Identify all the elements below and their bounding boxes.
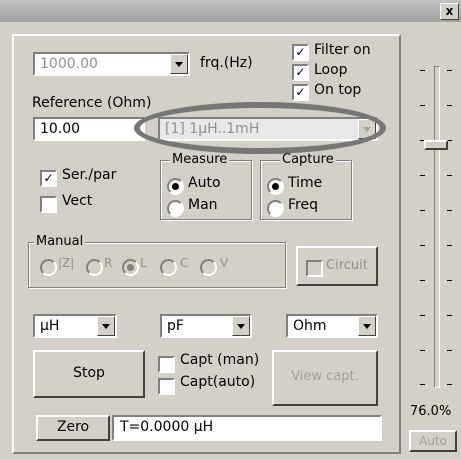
on-top-label: On top (314, 82, 362, 98)
slider-tick (447, 105, 452, 106)
manual-c-radio[interactable] (160, 259, 177, 276)
circuit-button[interactable]: Circuit (296, 246, 378, 286)
capture-freq-radio[interactable] (267, 200, 284, 217)
capacitance-unit-value: pF (167, 318, 184, 334)
chevron-down-icon[interactable] (232, 316, 250, 336)
inductance-unit-combo[interactable]: µH (33, 314, 117, 338)
manual-v-radio[interactable] (200, 259, 217, 276)
resistance-unit-value: Ohm (293, 318, 327, 334)
slider-tick (447, 175, 452, 176)
capture-time-radio[interactable] (267, 178, 284, 195)
measure-auto-label: Auto (188, 175, 221, 191)
manual-v-label: V (220, 256, 229, 270)
manual-z-radio[interactable] (40, 259, 57, 276)
slider-percent-label: 76.0% (410, 404, 452, 419)
reference-input[interactable]: 10.00 (33, 117, 145, 141)
slider-tick (447, 70, 452, 71)
frequency-combo[interactable]: 1000.00 (33, 52, 190, 76)
reference-value: 10.00 (40, 121, 81, 137)
capture-freq-label: Freq (288, 197, 318, 213)
slider-tick (420, 105, 425, 106)
slider-tick (447, 315, 452, 316)
title-bar: x (0, 0, 461, 22)
slider-tick (447, 210, 452, 211)
capt-auto-label: Capt(auto) (180, 374, 256, 390)
status-field: T=0.0000 µH (112, 415, 382, 441)
slider-tick (420, 280, 425, 281)
manual-z-label: |Z| (58, 256, 75, 270)
ser-par-checkbox[interactable]: ✓ (40, 170, 57, 187)
filter-on-label: Filter on (314, 42, 371, 58)
ser-par-label: Ser./par (62, 167, 117, 183)
circuit-label: Circuit (326, 258, 368, 273)
capt-man-label: Capt (man) (180, 352, 260, 368)
close-button[interactable]: x (440, 3, 459, 20)
reference-label: Reference (Ohm) (32, 95, 152, 111)
vect-label: Vect (62, 193, 93, 209)
manual-l-label: L (140, 256, 147, 270)
on-top-checkbox[interactable]: ✓ (292, 84, 309, 101)
manual-group-title: Manual (34, 234, 86, 249)
measure-group-title: Measure (170, 152, 230, 167)
chevron-down-icon[interactable] (97, 316, 115, 336)
manual-r-radio[interactable] (86, 259, 103, 276)
slider-track[interactable] (434, 66, 440, 388)
manual-l-radio[interactable] (122, 259, 139, 276)
frequency-unit-label: frq.(Hz) (200, 55, 253, 71)
stop-button[interactable]: Stop (33, 350, 145, 398)
capture-time-label: Time (288, 175, 323, 191)
slider-tick (420, 245, 425, 246)
measure-auto-radio[interactable] (167, 178, 184, 195)
zero-button[interactable]: Zero (36, 415, 110, 441)
capt-auto-checkbox[interactable] (158, 378, 175, 395)
status-text: T=0.0000 µH (120, 419, 214, 435)
frequency-value: 1000.00 (40, 56, 98, 72)
vect-checkbox[interactable] (40, 196, 57, 213)
manual-c-label: C (180, 256, 189, 270)
measure-man-radio[interactable] (167, 200, 184, 217)
slider-tick (420, 175, 425, 176)
slider-tick (420, 315, 425, 316)
auto-button[interactable]: Auto (409, 430, 457, 452)
filter-on-checkbox[interactable]: ✓ (292, 44, 309, 61)
chevron-down-icon[interactable] (358, 316, 376, 336)
slider-tick (420, 210, 425, 211)
loop-label: Loop (314, 62, 348, 78)
capture-group-title: Capture (280, 152, 336, 167)
highlight-ellipse (134, 102, 386, 154)
slider-tick (447, 280, 452, 281)
measure-man-label: Man (188, 197, 218, 213)
loop-checkbox[interactable]: ✓ (292, 64, 309, 81)
chevron-down-icon[interactable] (170, 54, 188, 74)
slider-tick (420, 70, 425, 71)
slider-tick (447, 350, 452, 351)
slider-tick (447, 245, 452, 246)
manual-r-label: R (104, 256, 113, 270)
app-window: x 1000.00 frq.(Hz) ✓ Filter on ✓ Loop ✓ … (0, 0, 461, 459)
circuit-checkbox[interactable] (306, 260, 323, 277)
slider-tick (447, 384, 452, 385)
slider-tick (420, 350, 425, 351)
resistance-unit-combo[interactable]: Ohm (286, 314, 378, 338)
capacitance-unit-combo[interactable]: pF (160, 314, 252, 338)
capt-man-checkbox[interactable] (158, 356, 175, 373)
view-capt-button[interactable]: View capt. (272, 350, 378, 406)
slider-thumb[interactable] (424, 140, 448, 150)
slider-tick (420, 384, 425, 385)
inductance-unit-value: µH (40, 318, 60, 334)
